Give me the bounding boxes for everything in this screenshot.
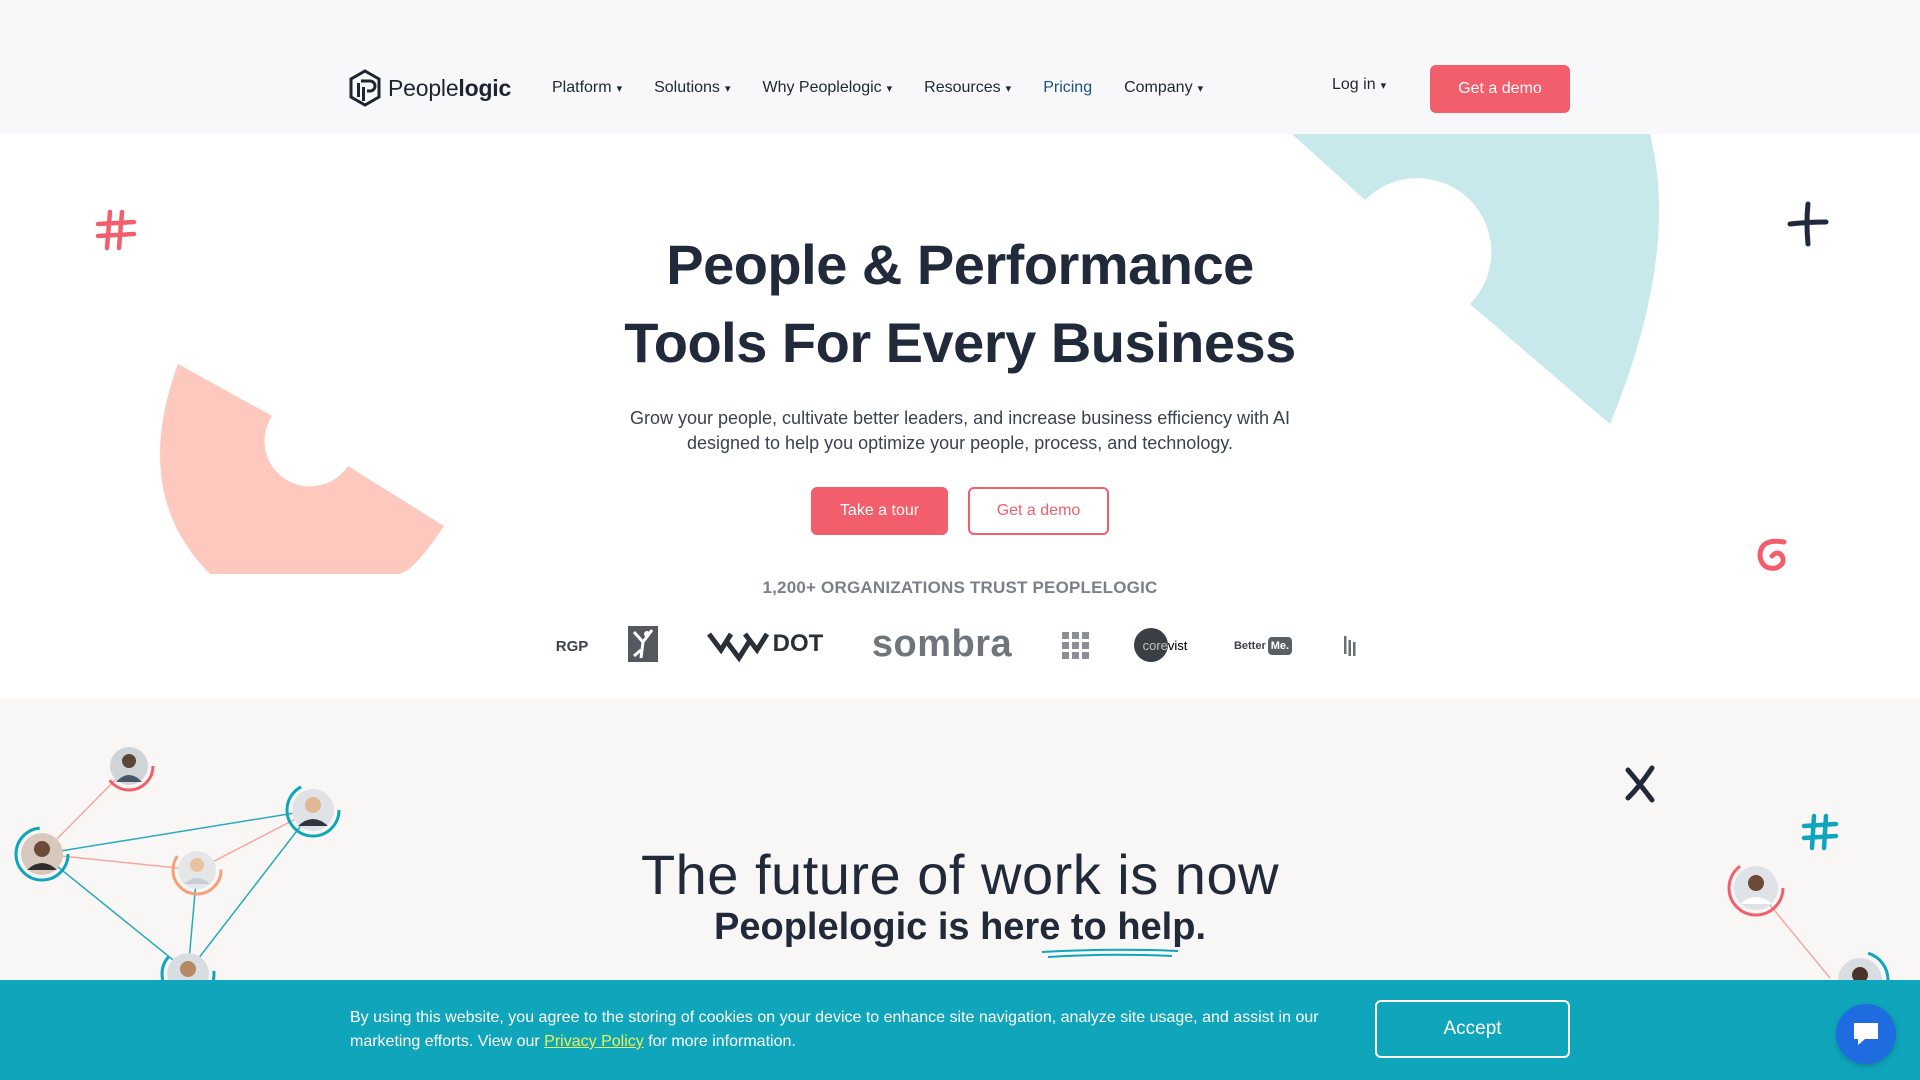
teal-hash-sparkle-icon — [1801, 813, 1839, 851]
nav-label: Solutions — [654, 79, 720, 96]
caret-down-icon: ▾ — [1197, 82, 1204, 95]
get-demo-button-hero[interactable]: Get a demo — [968, 487, 1109, 535]
main-nav: Platform ▾ Solutions ▾ Why Peoplelogic ▾ Re… — [552, 74, 1235, 102]
hero-section: People & Performance Tools For Every Bus… — [0, 134, 1920, 698]
accept-cookies-button[interactable]: Accept — [1375, 1000, 1570, 1058]
site-header: Peoplelogic Platform ▾ Solutions ▾ Why Peo… — [0, 0, 1920, 134]
caret-down-icon: ▾ — [1380, 79, 1387, 92]
login-label: Log in — [1332, 76, 1376, 93]
cookie-text-body: By using this website, you agree to the … — [350, 1009, 1319, 1050]
redot-wordmark: DOT — [772, 630, 824, 657]
decorative-peach-shape — [160, 364, 444, 574]
customer-logo-rgp: RGP — [555, 637, 589, 655]
nav-why-peoplelogic[interactable]: Why Peoplelogic ▾ — [762, 79, 892, 97]
nav-label: Platform — [552, 79, 612, 96]
spiral-doodle-icon — [1757, 538, 1787, 571]
nav-solutions[interactable]: Solutions ▾ — [654, 79, 730, 97]
take-tour-button[interactable]: Take a tour — [811, 487, 948, 535]
login-menu[interactable]: Log in ▾ — [1332, 76, 1386, 94]
customer-logo-sombra: sombra — [871, 622, 1013, 665]
underline-scribble — [1041, 948, 1179, 958]
cookie-text: By using this website, you agree to the … — [350, 1006, 1350, 1054]
customer-logo-redot: DOT — [698, 624, 830, 664]
cookie-banner: By using this website, you agree to the … — [0, 980, 1920, 1080]
hash-sparkle-icon — [95, 209, 137, 251]
hero-subtitle: Grow your people, cultivate better leade… — [560, 406, 1360, 456]
peoplelogic-logo[interactable]: Peoplelogic — [348, 68, 511, 108]
customer-logos: RGP DOT sombra corevist Better Me. — [0, 618, 1920, 674]
customer-logo-bars — [1344, 636, 1356, 656]
x-sparkle-icon — [1625, 765, 1655, 803]
peoplelogic-logo-icon — [349, 69, 381, 107]
redot-mark — [706, 632, 769, 663]
caret-down-icon: ▾ — [616, 82, 623, 95]
hero-subtitle-line1: Grow your people, cultivate better leade… — [629, 408, 1291, 428]
customer-logo-figure — [628, 626, 658, 662]
customer-logo-grid — [1062, 632, 1089, 659]
chat-launcher-button[interactable] — [1836, 1004, 1896, 1064]
caret-down-icon: ▾ — [1005, 82, 1012, 95]
logo-wordmark: Peoplelogic — [388, 74, 512, 101]
future-section: The future of work is now Peoplelogic is… — [0, 698, 1920, 980]
team-network-graphic-right — [1727, 859, 1890, 980]
hero-title-line2: Tools For Every Business — [624, 311, 1296, 374]
betterme-text: Better — [1233, 640, 1266, 652]
cookie-text-tail: for more information. — [643, 1033, 796, 1050]
hero-title-line1: People & Performance — [666, 233, 1254, 296]
nav-company[interactable]: Company ▾ — [1124, 79, 1203, 97]
caret-down-icon: ▾ — [724, 82, 731, 95]
nav-label: Pricing — [1043, 79, 1093, 96]
privacy-policy-link[interactable]: Privacy Policy — [544, 1033, 644, 1050]
hero-subtitle-line2: designed to help you optimize your peopl… — [686, 433, 1234, 453]
betterme-badge: Me. — [1267, 637, 1293, 655]
nav-platform[interactable]: Platform ▾ — [552, 79, 622, 97]
nav-label: Company — [1124, 79, 1193, 96]
team-network-graphic — [14, 740, 341, 980]
trust-heading: 1,200+ ORGANIZATIONS TRUST PEOPLELOGIC — [762, 578, 1158, 597]
nav-pricing[interactable]: Pricing — [1043, 79, 1092, 97]
caret-down-icon: ▾ — [886, 82, 893, 95]
nav-label: Resources — [924, 79, 1001, 96]
corevist-wordmark: corevist — [1142, 637, 1188, 653]
customer-logo-betterme: Better Me. — [1233, 634, 1293, 658]
future-title: The future of work is now — [640, 843, 1280, 906]
hero-title: People & Performance Tools For Every Bus… — [460, 226, 1460, 382]
nav-resources[interactable]: Resources ▾ — [924, 79, 1011, 97]
get-demo-button-header[interactable]: Get a demo — [1430, 65, 1570, 113]
nav-label: Why Peoplelogic — [762, 79, 882, 96]
future-subtitle: Peoplelogic is here to help. — [714, 906, 1206, 948]
plus-sparkle-icon — [1787, 201, 1829, 247]
customer-logo-corevist: corevist — [1134, 628, 1192, 662]
chat-bubble-icon — [1854, 1023, 1878, 1045]
